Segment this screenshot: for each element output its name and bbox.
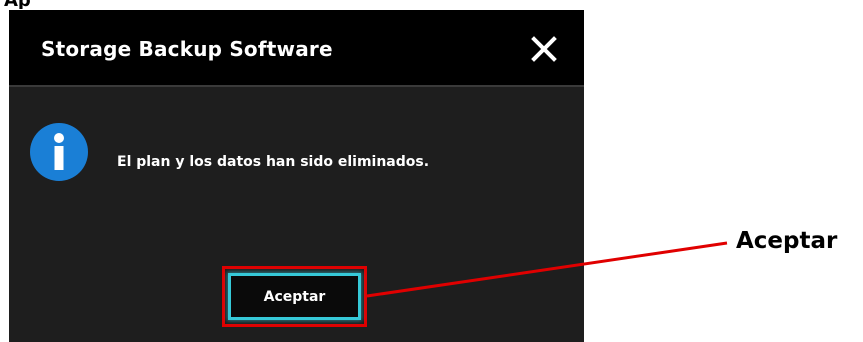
- callout-label: Aceptar: [736, 228, 838, 254]
- screenshot-page: Ap Storage Backup Software El plan y los…: [0, 0, 863, 342]
- callout-line: [366, 241, 728, 298]
